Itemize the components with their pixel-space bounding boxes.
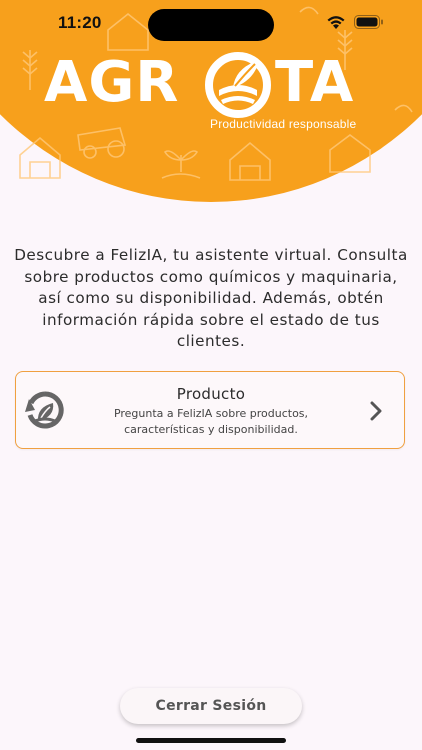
leaf-recycle-icon [25, 391, 64, 429]
dynamic-island [148, 9, 274, 41]
wifi-icon [327, 16, 345, 29]
battery-icon [354, 15, 383, 29]
app-screen: 11:20 AGR TA Productividad responsable D… [0, 0, 422, 750]
logo-tagline: Productividad responsable [210, 117, 357, 131]
assistant-description: Descubre a FelizIA, tu asistente virtual… [14, 246, 408, 350]
home-indicator [136, 738, 286, 743]
agrota-logo: AGR TA Productividad responsable [0, 50, 422, 140]
status-bar: 11:20 [0, 0, 422, 46]
product-card-subtitle: Pregunta a FelizIA sobre productos, cara… [113, 407, 309, 436]
logout-button[interactable]: Cerrar Sesión [120, 688, 302, 724]
product-card-title: Producto [176, 385, 246, 403]
chevron-right-icon [370, 401, 382, 421]
product-card[interactable]: Producto Pregunta a FelizIA sobre produc… [15, 371, 405, 449]
logo-text-right: TA [275, 50, 355, 115]
logo-emblem-icon [205, 52, 271, 118]
logo-text-left: AGR [44, 50, 180, 115]
status-time: 11:20 [58, 13, 102, 32]
